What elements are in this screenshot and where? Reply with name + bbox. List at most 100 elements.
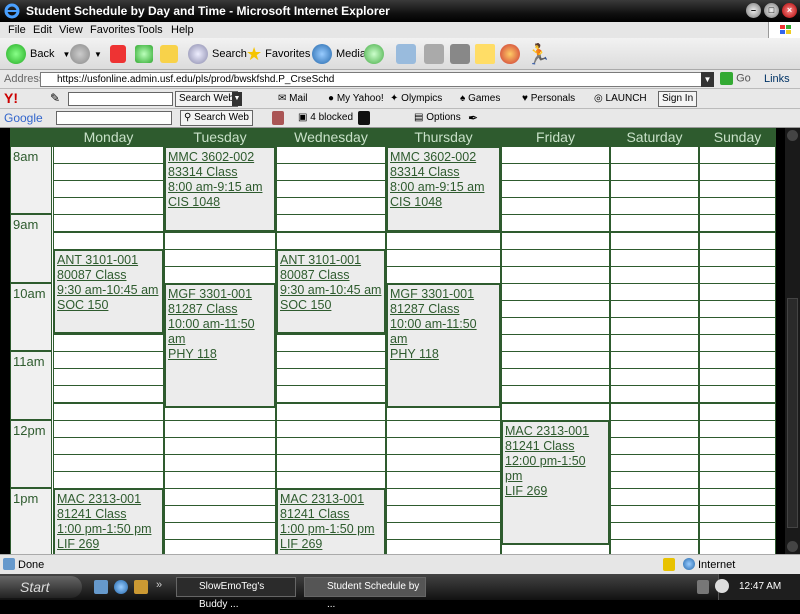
favorites-button[interactable]: ★ Favorites	[246, 43, 310, 65]
yahoo-search-input[interactable]	[68, 92, 173, 106]
course-block[interactable]: MGF 3301-001 81287 Class 10:00 am-11:50 am…	[386, 282, 501, 409]
course-block[interactable]: ANT 3101-001 80087 Class 9:30 am-10:45 am S…	[276, 248, 386, 335]
standard-toolbar: Back ▼ ▼ Search ★ Favorites Media 🏃	[0, 38, 800, 70]
launch-link[interactable]: ◎ LAUNCH	[594, 93, 647, 104]
pencil-icon[interactable]: ✎	[50, 91, 60, 105]
maximize-button[interactable]: □	[764, 3, 779, 18]
go-button[interactable]: Go	[720, 72, 751, 85]
task-buddy[interactable]: SlowEmoTeg's Buddy ...	[176, 577, 296, 610]
course-block[interactable]: MMC 3602-002 83314 Class 8:00 am-9:15 am CI…	[386, 146, 501, 232]
quicklaunch-app-icon[interactable]	[134, 580, 148, 594]
schedule-slot	[276, 436, 386, 455]
address-input[interactable]: https://usfonline.admin.usf.edu/pls/prod…	[40, 72, 712, 87]
personals-link[interactable]: ♥ Personals	[522, 93, 575, 104]
schedule-slot	[699, 146, 776, 165]
ie-quicklaunch-icon[interactable]	[114, 580, 128, 594]
task-schedule[interactable]: Student Schedule by ...	[304, 577, 426, 610]
yahoo-search-button[interactable]: Search Web	[175, 91, 238, 107]
sign-in-button[interactable]: Sign In	[658, 91, 698, 107]
menu-favorites[interactable]: Favorites	[90, 24, 135, 36]
aim-button[interactable]: 🏃	[526, 43, 551, 66]
schedule-slot	[501, 214, 610, 233]
yahoo-logo-icon[interactable]: Y!	[4, 90, 18, 106]
menu-help[interactable]: Help	[171, 24, 194, 36]
page-icon	[3, 558, 15, 570]
schedule-slot	[276, 402, 386, 421]
course-block[interactable]: MGF 3301-001 81287 Class 10:00 am-11:50 am…	[164, 282, 276, 409]
aim-tray-icon[interactable]	[715, 579, 729, 593]
forward-button[interactable]: ▼	[70, 43, 102, 65]
edit-icon	[450, 44, 470, 64]
search-icon	[188, 44, 208, 64]
history-button[interactable]	[364, 43, 388, 65]
course-room: SOC 150	[280, 297, 332, 312]
popup-blocker[interactable]: ▣ 4 blocked	[298, 112, 353, 123]
schedule-slot	[610, 197, 699, 216]
google-options-link[interactable]: ▤ Options	[414, 112, 461, 123]
notes-button[interactable]	[475, 43, 499, 65]
google-search-input[interactable]	[56, 111, 172, 125]
search-button[interactable]: Search	[188, 43, 247, 65]
course-block[interactable]: MMC 3602-002 83314 Class 8:00 am-9:15 am CI…	[164, 146, 276, 232]
highlight-icon[interactable]: ✒	[468, 111, 478, 125]
yahoo-search-dropdown-icon[interactable]: ▼	[232, 92, 242, 106]
my-yahoo-link[interactable]: ● My Yahoo!	[328, 93, 384, 104]
back-button[interactable]: Back ▼	[6, 43, 70, 65]
scroll-down-icon[interactable]	[787, 541, 798, 552]
taskbar: Start » SlowEmoTeg's Buddy ... Student S…	[0, 574, 800, 610]
schedule-slot	[610, 231, 699, 250]
minimize-button[interactable]: –	[746, 3, 761, 18]
schedule-slot	[699, 368, 776, 387]
course-block[interactable]: ANT 3101-001 80087 Class 9:30 am-10:45 am S…	[53, 248, 164, 335]
scroll-up-icon[interactable]	[787, 130, 798, 141]
schedule-slot	[610, 214, 699, 233]
schedule-slot	[610, 402, 699, 421]
menu-tools[interactable]: Tools	[137, 24, 163, 36]
home-button[interactable]	[160, 43, 182, 65]
show-desktop-icon[interactable]	[94, 580, 108, 594]
schedule-slot	[53, 368, 164, 387]
pagerank-icon[interactable]	[272, 111, 284, 125]
schedule-slot	[610, 163, 699, 182]
schedule-slot	[699, 317, 776, 336]
menu-edit[interactable]: Edit	[33, 24, 52, 36]
yahoo-toolbar: Y! ✎ Search Web ▼ ✉ Mail ● My Yahoo! ✦ O…	[0, 89, 800, 109]
course-block[interactable]: MAC 2313-001 81241 Class 1:00 pm-1:50 pm LI…	[53, 488, 164, 554]
google-logo[interactable]: Google	[4, 111, 43, 125]
media-button[interactable]: Media	[312, 43, 366, 65]
schedule-slot	[276, 385, 386, 404]
address-dropdown-icon[interactable]: ▼	[701, 72, 714, 87]
schedule-slot	[699, 522, 776, 541]
menu-file[interactable]: File	[8, 24, 26, 36]
course-block[interactable]: MAC 2313-001 81241 Class 1:00 pm-1:50 pm LI…	[276, 488, 386, 554]
course-block[interactable]: MAC 2313-001 81241 Class 12:00 pm-1:50 pm L…	[501, 419, 610, 545]
scroll-thumb[interactable]	[787, 298, 798, 528]
course-code: MAC 2313-001	[280, 492, 365, 506]
edit-button[interactable]	[450, 43, 474, 65]
course-code: MAC 2313-001	[57, 492, 142, 506]
schedule-slot	[276, 453, 386, 472]
menu-view[interactable]: View	[59, 24, 83, 36]
quicklaunch-more-icon[interactable]: »	[156, 579, 162, 591]
address-label: Address	[4, 73, 45, 85]
start-button[interactable]: Start	[0, 576, 82, 598]
mail-button[interactable]	[396, 43, 420, 65]
volume-icon[interactable]	[697, 580, 709, 594]
close-button[interactable]: ×	[782, 3, 797, 18]
course-code: ANT 3101-001	[280, 252, 362, 267]
print-button[interactable]	[424, 43, 448, 65]
forward-dropdown-icon[interactable]: ▼	[94, 50, 102, 59]
course-code: MGF 3301-001	[390, 286, 475, 301]
autofill-icon[interactable]	[358, 111, 370, 125]
yahoo-mail-link[interactable]: ✉ Mail	[278, 93, 308, 104]
olympics-link[interactable]: ✦ Olympics	[390, 93, 442, 104]
time-label-1pm: 1pm	[10, 488, 52, 554]
google-search-button[interactable]: ⚲ Search Web	[180, 110, 253, 126]
refresh-button[interactable]	[135, 43, 157, 65]
games-link[interactable]: ♠ Games	[460, 93, 500, 104]
stop-button[interactable]	[110, 43, 130, 65]
vertical-scrollbar[interactable]	[785, 128, 800, 554]
course-crn: 81287 Class	[168, 301, 238, 316]
messenger-button[interactable]	[500, 43, 524, 65]
links-button[interactable]: Links	[764, 73, 790, 85]
